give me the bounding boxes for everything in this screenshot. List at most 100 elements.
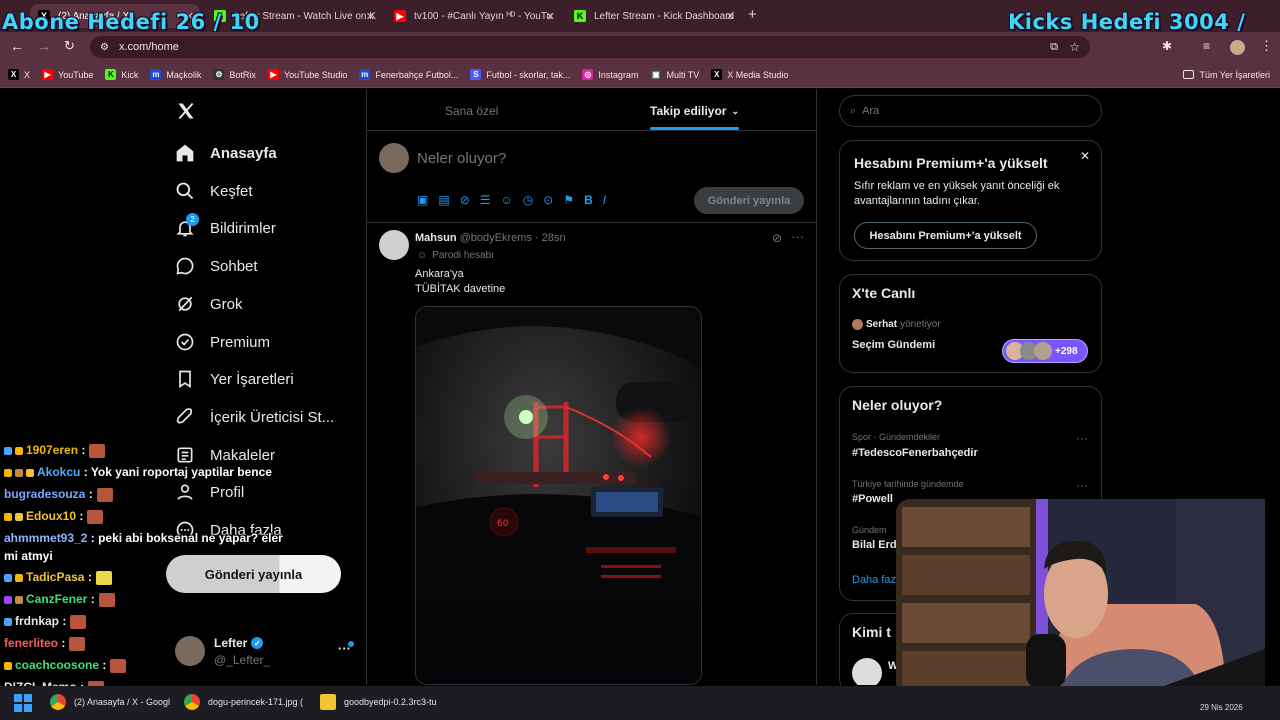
post-time[interactable]: · 28sn: [535, 232, 566, 244]
grok-icon[interactable]: ⊘: [460, 193, 470, 207]
browser-toolbar: ← → ↻ ⚙ x.com/home ⧉ ☆ ✱ ≡ ⋮: [0, 32, 1280, 62]
search-input[interactable]: ⌕ Ara: [839, 95, 1102, 127]
close-icon[interactable]: ✕: [1080, 149, 1090, 163]
avatar[interactable]: [852, 658, 882, 685]
windows-taskbar: (2) Anasayfa / X - Googl dogu-perincek-1…: [0, 686, 1280, 720]
premium-upgrade-button[interactable]: Hesabını Premium+'a yükselt: [854, 222, 1037, 249]
bookmark-youtube[interactable]: ▶ YouTube: [42, 69, 93, 80]
compose-toolbar: ▣ ▤ ⊘ ☰ ☺ ◷ ⊙ ⚑ B I: [417, 193, 606, 207]
bold-icon[interactable]: B: [584, 193, 593, 207]
flag-icon[interactable]: ⚑: [563, 193, 574, 207]
compose-input[interactable]: Neler oluyor?: [417, 150, 506, 167]
image-icon[interactable]: ▣: [417, 193, 428, 207]
taskbar-item-chrome-image[interactable]: dogu-perincek-171.jpg (: [184, 694, 303, 710]
site-info-icon[interactable]: ⚙: [100, 42, 109, 53]
media-control-icon[interactable]: ≡: [1203, 39, 1210, 53]
back-icon[interactable]: ←: [10, 38, 24, 54]
url-text: x.com/home: [118, 41, 179, 53]
italic-icon[interactable]: I: [603, 193, 606, 207]
chat-message: Akokcu : Yok yani roportaj yaptilar benc…: [4, 465, 272, 479]
all-bookmarks[interactable]: Tüm Yer İşaretleri: [1183, 70, 1270, 80]
reload-icon[interactable]: ↻: [64, 38, 75, 54]
chat-message-continued: mi atmyi: [4, 549, 53, 563]
post-author[interactable]: Mahsun: [415, 232, 457, 244]
windows-start-icon[interactable]: [14, 694, 32, 712]
tab-underline: [650, 127, 739, 130]
bookmark-youtube-studio[interactable]: ▶ YouTube Studio: [267, 69, 347, 80]
install-app-icon[interactable]: ⧉: [1050, 41, 1058, 54]
post-video[interactable]: 60: [415, 306, 702, 685]
badge-icon: [4, 446, 12, 455]
instagram-logo-icon: ◎: [582, 69, 594, 80]
sidebar-item-home[interactable]: Anasayfa: [174, 138, 277, 168]
kick-logo-icon: K: [574, 10, 586, 22]
post-handle[interactable]: @bodyEkrems: [460, 232, 532, 244]
trend-more-icon[interactable]: ···: [1076, 431, 1088, 445]
bookmark-futbol[interactable]: S Futbol - skorlar, tak...: [470, 69, 570, 80]
sidebar-item-creator-studio[interactable]: İçerik Üreticisi St...: [174, 402, 334, 432]
compose-post-button[interactable]: Gönderi yayınla: [694, 187, 804, 214]
sidebar-item-profile[interactable]: Profil: [174, 477, 244, 507]
show-more-link[interactable]: Daha faz: [852, 574, 896, 586]
verified-icon: ✓: [251, 637, 264, 649]
bookmark-multi-tv[interactable]: ▣ Multi TV: [650, 69, 699, 80]
bookmark-x-media-studio[interactable]: XX Media Studio: [711, 69, 788, 80]
taskbar-item-chrome-x[interactable]: (2) Anasayfa / X - Googl: [50, 694, 170, 710]
chat-message: Edoux10 :: [4, 509, 104, 524]
profile-avatar[interactable]: [1230, 40, 1245, 55]
badge-icon: [15, 512, 23, 521]
badge-icon: [15, 573, 23, 582]
bookmark-x[interactable]: XX: [8, 69, 30, 80]
address-bar[interactable]: ⚙ x.com/home ⧉ ☆: [90, 36, 1090, 58]
menu-icon[interactable]: ⋮: [1260, 38, 1273, 54]
tab-youtube[interactable]: ▶ tv100 - #Canlı Yayın ᴴᴰ - YouTu ✕: [386, 4, 561, 28]
bookmark-instagram[interactable]: ◎ Instagram: [582, 69, 638, 80]
bookmark-mackolik[interactable]: m Maçkolik: [150, 69, 201, 80]
premium-card: Hesabını Premium+'a yükselt ✕ Sıfır rekl…: [839, 140, 1102, 261]
trends-title: Neler oluyor?: [852, 397, 943, 413]
avatar[interactable]: [175, 636, 205, 666]
new-tab-icon[interactable]: +: [748, 6, 757, 23]
post-button[interactable]: Gönderi yayınla: [166, 555, 341, 593]
poll-icon[interactable]: ☰: [480, 193, 491, 207]
location-icon[interactable]: ⊙: [543, 193, 553, 207]
sidebar-item-bookmarks[interactable]: Yer İşaretleri: [174, 364, 294, 394]
avatar[interactable]: [379, 230, 409, 260]
forward-icon[interactable]: →: [37, 38, 51, 54]
close-icon[interactable]: ✕: [726, 10, 735, 23]
grok-icon: [174, 293, 196, 315]
post-more-icon[interactable]: ···: [791, 229, 804, 244]
tab-for-you[interactable]: Sana özel: [445, 104, 498, 118]
sidebar-item-premium[interactable]: Premium: [174, 327, 270, 357]
unread-dot: [348, 641, 354, 647]
trend-name[interactable]: #Powell: [852, 493, 893, 505]
chrome-icon: [184, 694, 200, 710]
bookmark-kick[interactable]: K Kick: [105, 69, 138, 80]
account-name[interactable]: Lefter ✓: [214, 636, 264, 650]
x-logo-icon[interactable]: [176, 101, 196, 121]
schedule-icon[interactable]: ◷: [523, 193, 533, 207]
tab-kick-dashboard[interactable]: K Lefter Stream - Kick Dashboard ✕: [566, 4, 741, 28]
chat-message: ahmmmet93_2 : peki abi boksenal ne yapar…: [4, 531, 283, 545]
live-listeners[interactable]: +298: [1002, 339, 1088, 363]
sidebar-item-chat[interactable]: Sohbet: [174, 251, 258, 281]
emoji-icon[interactable]: ☺: [501, 193, 513, 207]
trend-more-icon[interactable]: ···: [1076, 478, 1088, 492]
close-icon[interactable]: ✕: [546, 10, 555, 23]
sidebar-item-explore[interactable]: Keşfet: [174, 176, 253, 206]
taskbar-item-folder[interactable]: goodbyedpi-0.2.3rc3-tu: [320, 694, 437, 710]
trend-name[interactable]: Bilal Erd: [852, 539, 897, 551]
trend-name[interactable]: #TedescoFenerbahçedir: [852, 447, 978, 459]
live-topic[interactable]: Seçim Gündemi: [852, 339, 935, 351]
gif-icon[interactable]: ▤: [438, 193, 449, 207]
bookmark-botrix[interactable]: ⚙ BotRix: [213, 69, 256, 80]
tab-following[interactable]: Takip ediliyor ⌄: [650, 104, 739, 118]
bookmark-fenerbahce[interactable]: m Fenerbahçe Futbol...: [359, 69, 458, 80]
sidebar-item-notifications[interactable]: 2 Bildirimler: [174, 213, 276, 243]
live-title: X'te Canlı: [852, 285, 916, 301]
close-icon[interactable]: ✕: [366, 10, 375, 23]
sidebar-item-grok[interactable]: Grok: [174, 289, 243, 319]
star-icon[interactable]: ☆: [1069, 40, 1080, 54]
grok-icon[interactable]: ⊘: [772, 231, 782, 245]
extensions-icon[interactable]: ✱: [1162, 39, 1172, 53]
